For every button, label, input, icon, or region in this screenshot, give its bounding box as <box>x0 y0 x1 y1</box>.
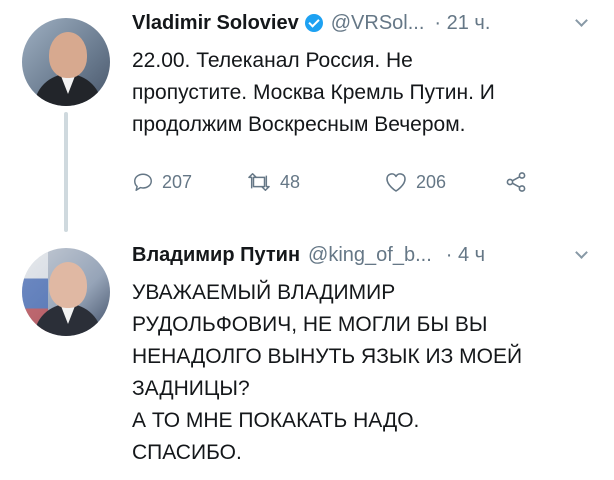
tweet-header: Владимир Путин @king_of_b... · 4 ч <box>132 242 602 268</box>
chevron-down-icon[interactable] <box>575 14 588 27</box>
tweet-text-line: пропустите. Москва Кремль Путин. И <box>132 81 495 104</box>
reply-icon <box>132 171 154 193</box>
avatar-head-shape <box>49 32 87 78</box>
author-name[interactable]: Владимир Путин <box>132 244 300 267</box>
tweet-text-line: ЗАДНИЦЫ? <box>132 377 250 400</box>
tweet-header: Vladimir Soloviev @VRSol... · 21 ч. <box>132 10 602 36</box>
retweet-count: 48 <box>280 171 301 192</box>
tweet-text-line: СПАСИБО. <box>132 441 242 464</box>
chevron-down-icon[interactable] <box>575 246 588 259</box>
retweet-icon <box>246 171 272 193</box>
avatar-head-shape <box>49 262 87 308</box>
tweet-text-line: продолжим Воскресным Вечером. <box>132 113 466 136</box>
like-button[interactable]: 206 <box>384 168 446 196</box>
tweet-text-line: 22.00. Телеканал Россия. Не <box>132 49 413 72</box>
share-icon <box>504 171 528 193</box>
heart-icon <box>384 171 408 193</box>
tweet-putin[interactable]: Владимир Путин @king_of_b... · 4 ч УВАЖА… <box>0 232 614 480</box>
share-button[interactable] <box>504 168 528 196</box>
tweet-actions: 207 48 206 <box>132 168 592 196</box>
retweet-button[interactable]: 48 <box>246 168 300 196</box>
avatar[interactable] <box>20 16 112 108</box>
avatar[interactable] <box>20 246 112 338</box>
tweet-soloviev[interactable]: Vladimir Soloviev @VRSol... · 21 ч. 22.0… <box>0 0 614 232</box>
author-handle[interactable]: @king_of_b... <box>308 244 432 267</box>
tweet-text-line: А ТО МНЕ ПОКАКАТЬ НАДО. <box>132 409 420 432</box>
tweet-text-line: УВАЖАЕМЫЙ ВЛАДИМИР <box>132 281 396 304</box>
like-count: 206 <box>416 171 447 192</box>
reply-button[interactable]: 207 <box>132 168 192 196</box>
tweet-text: УВАЖАЕМЫЙ ВЛАДИМИР РУДОЛЬФОВИЧ, НЕ МОГЛИ… <box>132 277 602 469</box>
tweet-text: 22.00. Телеканал Россия. Не пропустите. … <box>132 45 602 141</box>
tweet-text-line: НЕНАДОЛГО ВЫНУТЬ ЯЗЫК ИЗ МОЕЙ <box>132 345 523 368</box>
author-handle[interactable]: @VRSol... <box>331 12 425 35</box>
verified-badge-icon <box>304 14 323 32</box>
reply-count: 207 <box>162 171 193 192</box>
author-name[interactable]: Vladimir Soloviev <box>132 12 299 35</box>
tweet-timestamp[interactable]: · 4 ч <box>446 244 485 267</box>
tweet-text-line: РУДОЛЬФОВИЧ, НЕ МОГЛИ БЫ ВЫ <box>132 313 488 336</box>
tweet-timestamp[interactable]: · 21 ч. <box>434 12 490 35</box>
